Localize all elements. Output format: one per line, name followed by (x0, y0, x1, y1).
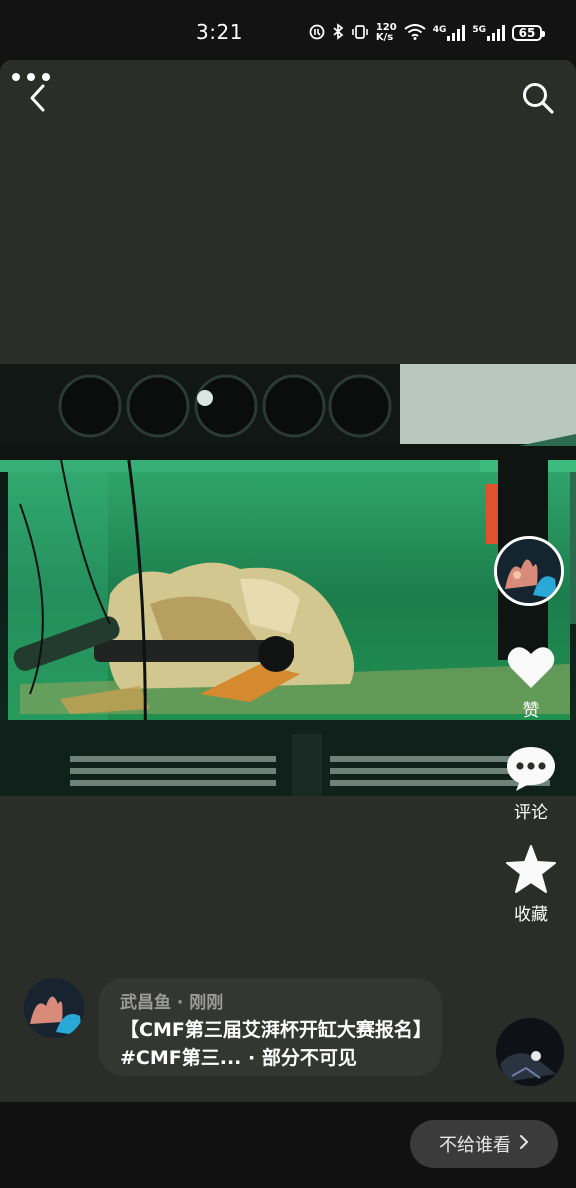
status-bar: 3:21 120 K/s 4G 5G 65 (0, 0, 576, 60)
signal-4g-label: 4G (432, 25, 447, 35)
viewer-avatar[interactable] (496, 1018, 564, 1086)
search-button[interactable] (516, 78, 560, 122)
net-speed: 120 K/s (376, 23, 397, 43)
signal-4g: 4G (433, 25, 466, 41)
signal-5g-label: 5G (472, 25, 486, 35)
signal-5g-bars-icon (487, 25, 505, 41)
status-icons: 120 K/s 4G 5G 65 (309, 22, 545, 44)
post-viewer: 赞 评论 收藏 武昌鱼 · 刚刚 【CMF第三届艾湃杯开缸大赛报名】#CMF第三… (0, 60, 576, 1102)
back-button[interactable] (16, 78, 60, 122)
post-text: 【CMF第三届艾湃杯开缸大赛报名】#CMF第三... · 部分不可见 (120, 1019, 423, 1069)
author-avatar[interactable] (24, 978, 84, 1038)
wifi-icon (404, 23, 426, 43)
comment-bubble-icon (505, 747, 557, 796)
coral-avatar-image (497, 539, 561, 603)
favorite-label: 收藏 (514, 905, 548, 925)
chevron-left-icon (28, 83, 48, 117)
visibility-settings-button[interactable]: 不给谁看 (410, 1120, 558, 1168)
signal-4g-bars-icon (447, 25, 466, 41)
post-caption[interactable]: 武昌鱼 · 刚刚 【CMF第三届艾湃杯开缸大赛报名】#CMF第三... · 部分… (98, 978, 442, 1076)
chevron-right-icon (519, 1134, 529, 1155)
like-button[interactable]: 赞 (500, 644, 562, 721)
author-avatar-image (24, 978, 84, 1038)
status-time: 3:21 (196, 20, 243, 44)
vibrate-icon (351, 24, 369, 43)
post-author-time: 武昌鱼 · 刚刚 (120, 993, 224, 1013)
favorite-button[interactable]: 收藏 (500, 844, 562, 925)
nfc-icon (309, 24, 325, 43)
viewer-avatar-image (496, 1018, 564, 1086)
aquarium-photo (0, 364, 576, 796)
post-photo[interactable] (0, 364, 576, 796)
net-speed-unit: K/s (375, 32, 394, 43)
visibility-label: 不给谁看 (439, 1135, 511, 1156)
creator-avatar[interactable] (494, 536, 564, 606)
bluetooth-icon (332, 23, 344, 43)
search-icon (521, 81, 555, 119)
star-icon (505, 845, 557, 898)
comment-button[interactable]: 评论 (500, 744, 562, 823)
signal-5g: 5G (472, 25, 505, 41)
battery-icon: 65 (512, 25, 545, 41)
heart-icon (506, 647, 556, 694)
comment-label: 评论 (514, 803, 548, 823)
like-label: 赞 (522, 701, 540, 721)
